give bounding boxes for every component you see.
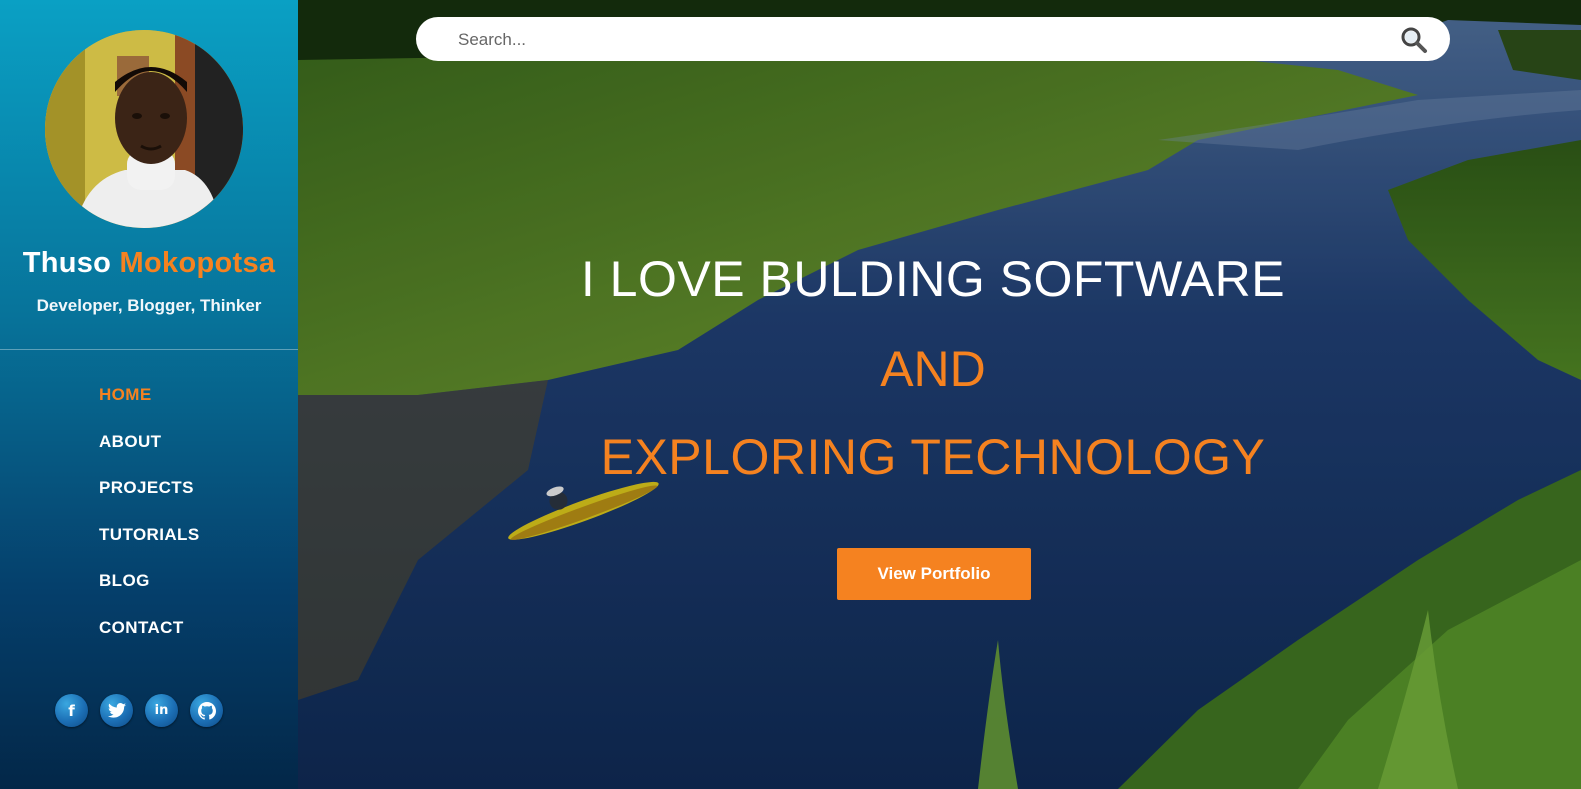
sidebar: Thuso Mokopotsa Developer, Blogger, Thin… <box>0 0 298 789</box>
nav-item-projects[interactable]: PROJECTS <box>99 476 200 523</box>
linkedin-icon[interactable]: in <box>145 694 178 727</box>
sidebar-divider <box>0 349 298 350</box>
linkedin-glyph: in <box>154 703 169 718</box>
hero-headline-line3: EXPLORING TECHNOLOGY <box>600 429 1266 485</box>
social-links: f in <box>55 694 223 727</box>
facebook-icon[interactable]: f <box>55 694 88 727</box>
nav-item-home[interactable]: HOME <box>99 383 200 430</box>
twitter-icon[interactable] <box>100 694 133 727</box>
hero-headline-line2: AND <box>880 341 986 397</box>
nav-item-tutorials[interactable]: TUTORIALS <box>99 523 200 570</box>
nav-item-contact[interactable]: CONTACT <box>99 616 200 663</box>
main-nav: HOME ABOUT PROJECTS TUTORIALS BLOG CONTA… <box>99 383 200 663</box>
github-icon[interactable] <box>190 694 223 727</box>
twitter-bird-glyph <box>107 703 126 718</box>
profile-tagline: Developer, Blogger, Thinker <box>36 296 262 315</box>
search-input[interactable] <box>456 17 1360 63</box>
view-portfolio-button[interactable]: View Portfolio <box>837 548 1031 600</box>
search-icon[interactable] <box>1400 26 1428 54</box>
facebook-glyph: f <box>68 701 75 720</box>
search-bar <box>416 17 1450 63</box>
avatar-photo <box>45 30 243 228</box>
profile-last-name: Mokopotsa <box>119 247 276 279</box>
hero-headline-line1: I LOVE BULDING SOFTWARE <box>580 251 1286 307</box>
nav-item-about[interactable]: ABOUT <box>99 430 200 477</box>
hero-section: I LOVE BULDING SOFTWARE AND EXPLORING TE… <box>298 0 1581 789</box>
profile-first-name: Thuso <box>22 247 112 279</box>
nav-item-blog[interactable]: BLOG <box>99 569 200 616</box>
profile-name: Thuso Mokopotsa <box>0 247 298 280</box>
github-octocat-glyph <box>197 701 216 720</box>
avatar <box>45 30 243 228</box>
